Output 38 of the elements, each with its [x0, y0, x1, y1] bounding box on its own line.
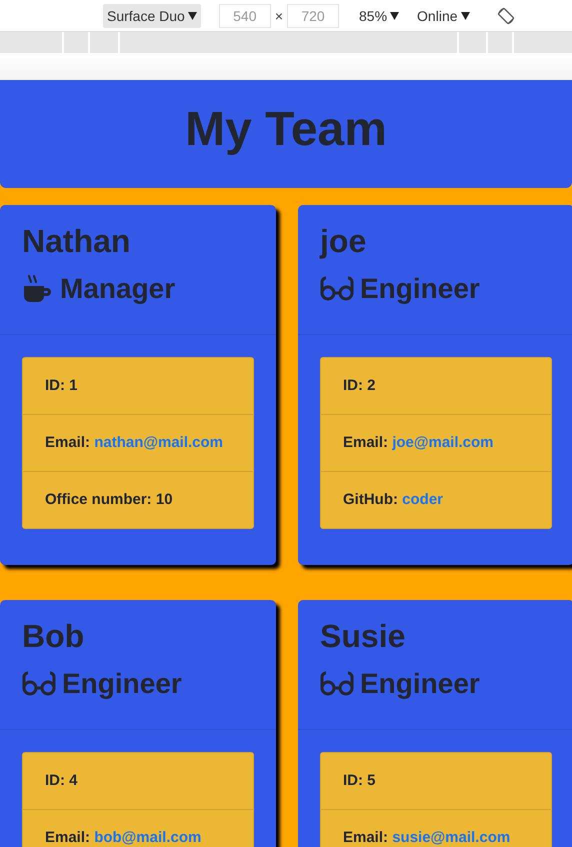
network-dropdown[interactable]: Online [417, 8, 470, 24]
device-dropdown[interactable]: Surface Duo [103, 4, 201, 28]
employee-role: Engineer [62, 667, 182, 701]
caret-icon [460, 12, 470, 20]
detail-link[interactable]: susie@mail.com [392, 829, 510, 846]
zoom-dropdown[interactable]: 85% [359, 8, 400, 24]
detail-text: Email: susie@mail.com [321, 809, 551, 847]
detail-text: ID: 5 [342, 771, 377, 791]
caret-icon [188, 12, 197, 20]
detail-text: Email: joe@mail.com [321, 414, 551, 471]
employee-name: joe [320, 222, 368, 261]
detail-text: GitHub: coder [321, 471, 551, 528]
height-field[interactable]: 720 [287, 4, 340, 28]
detail-link[interactable]: bob@mail.com [94, 829, 202, 846]
detail-text: Email: nathan@mail.com [23, 414, 253, 471]
detail-text: Office number: 10 [23, 471, 253, 528]
employee-role: Engineer [360, 272, 480, 306]
employee-name: Bob [22, 617, 86, 656]
detail-text: Email: bob@mail.com [23, 809, 253, 847]
detail-link[interactable]: nathan@mail.com [94, 434, 224, 451]
detail-link[interactable]: joe@mail.com [392, 434, 494, 451]
width-field[interactable]: 540 [218, 4, 271, 28]
detail-text: ID: 1 [44, 376, 79, 396]
detail-link[interactable]: coder [402, 491, 444, 508]
detail-text: ID: 2 [342, 376, 377, 396]
employee-role: Manager [60, 272, 176, 306]
caret-icon [390, 12, 400, 20]
mug-icon [22, 274, 54, 304]
glasses-icon [22, 671, 56, 697]
employee-role: Engineer [360, 667, 480, 701]
glasses-icon [320, 671, 354, 697]
page-title: My Team [185, 102, 387, 156]
employee-name: Nathan [22, 222, 132, 261]
glasses-icon [320, 276, 354, 302]
employee-name: Susie [320, 617, 406, 656]
rotate-icon[interactable] [496, 6, 516, 26]
detail-text: ID: 4 [44, 771, 79, 791]
times-text: × [274, 8, 284, 24]
